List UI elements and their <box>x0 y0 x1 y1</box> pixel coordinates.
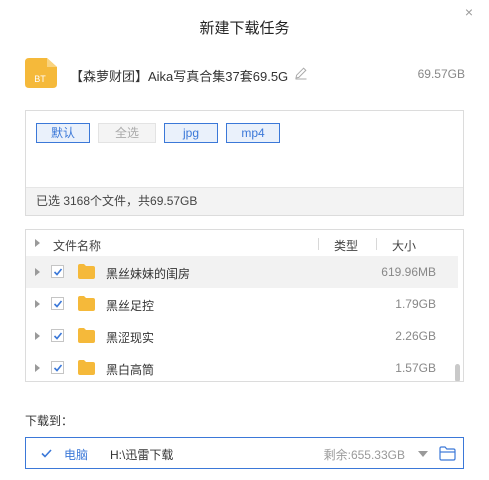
checkmark-icon <box>53 364 63 372</box>
download-path[interactable]: H:\迅雷下载 <box>110 446 173 463</box>
task-name: 【森萝财团】Aika写真合集37套69.5G <box>70 69 289 84</box>
file-name: 黑丝妹妹的闺房 <box>106 267 191 281</box>
chevron-down-icon[interactable] <box>418 451 428 457</box>
list-item[interactable]: 黑白高筒 1.57GB <box>26 352 458 381</box>
filter-select-all-button[interactable]: 全选 <box>98 123 156 143</box>
filter-buttons: 默认 全选 jpg mp4 <box>36 123 280 143</box>
folder-icon <box>78 296 95 311</box>
expand-arrow-icon[interactable] <box>35 364 40 372</box>
file-list: 文件名称 类型 大小 黑丝妹妹的闺房 619.96MB 黑丝足控 1.79GB … <box>25 229 464 382</box>
task-size: 69.57GB <box>417 67 465 81</box>
free-space: 剩余:655.33GB <box>323 448 405 462</box>
row-checkbox[interactable] <box>51 361 64 374</box>
expand-arrow-icon[interactable] <box>35 300 40 308</box>
row-checkbox[interactable] <box>51 329 64 342</box>
list-item[interactable]: 黑涩现实 2.26GB <box>26 320 458 352</box>
filter-panel: 默认 全选 jpg mp4 已选 3168个文件，共69.57GB <box>25 110 464 216</box>
expand-all-icon[interactable] <box>35 239 40 247</box>
filter-mp4-button[interactable]: mp4 <box>226 123 280 143</box>
folder-icon <box>78 360 95 375</box>
download-to-label: 下载到： <box>25 414 74 428</box>
file-size: 1.57GB <box>395 361 436 375</box>
bt-file-icon: BT <box>25 58 57 88</box>
list-header: 文件名称 类型 大小 <box>26 230 463 256</box>
expand-arrow-icon[interactable] <box>35 332 40 340</box>
checkmark-icon <box>53 300 63 308</box>
list-item[interactable]: 黑丝足控 1.79GB <box>26 288 458 320</box>
file-name: 黑涩现实 <box>106 331 155 345</box>
open-folder-icon[interactable] <box>439 446 456 461</box>
scrollbar-thumb[interactable] <box>455 364 460 381</box>
header-size[interactable]: 大小 <box>392 237 416 254</box>
file-size: 619.96MB <box>381 265 436 279</box>
scrollbar[interactable] <box>455 256 461 381</box>
file-name: 黑白高筒 <box>106 363 155 377</box>
selection-summary: 已选 3168个文件，共69.57GB <box>26 187 463 215</box>
header-name[interactable]: 文件名称 <box>53 237 101 254</box>
header-type[interactable]: 类型 <box>334 237 358 254</box>
dialog-title: 新建下载任务 <box>199 20 290 37</box>
checkmark-icon <box>53 332 63 340</box>
filter-default-button[interactable]: 默认 <box>36 123 90 143</box>
header-divider <box>376 238 377 250</box>
location-computer[interactable]: 电脑 <box>64 446 88 463</box>
row-checkbox[interactable] <box>51 297 64 310</box>
header-divider <box>318 238 319 250</box>
file-size: 2.26GB <box>395 329 436 343</box>
row-checkbox[interactable] <box>51 265 64 278</box>
folder-icon <box>78 264 95 279</box>
file-size: 1.79GB <box>395 297 436 311</box>
file-rows: 黑丝妹妹的闺房 619.96MB 黑丝足控 1.79GB 黑涩现实 2.26GB… <box>26 256 458 381</box>
edit-pencil-icon[interactable] <box>294 66 308 80</box>
bt-badge: BT <box>34 74 46 84</box>
expand-arrow-icon[interactable] <box>35 268 40 276</box>
list-item[interactable]: 黑丝妹妹的闺房 619.96MB <box>26 256 458 288</box>
file-name: 黑丝足控 <box>106 299 155 313</box>
close-icon[interactable]: × <box>461 4 477 20</box>
checkmark-icon <box>53 268 63 276</box>
download-location-bar[interactable]: 电脑 H:\迅雷下载 剩余:655.33GB <box>25 437 464 469</box>
filter-jpg-button[interactable]: jpg <box>164 123 218 143</box>
folder-icon <box>78 328 95 343</box>
checkmark-icon[interactable] <box>40 447 53 460</box>
